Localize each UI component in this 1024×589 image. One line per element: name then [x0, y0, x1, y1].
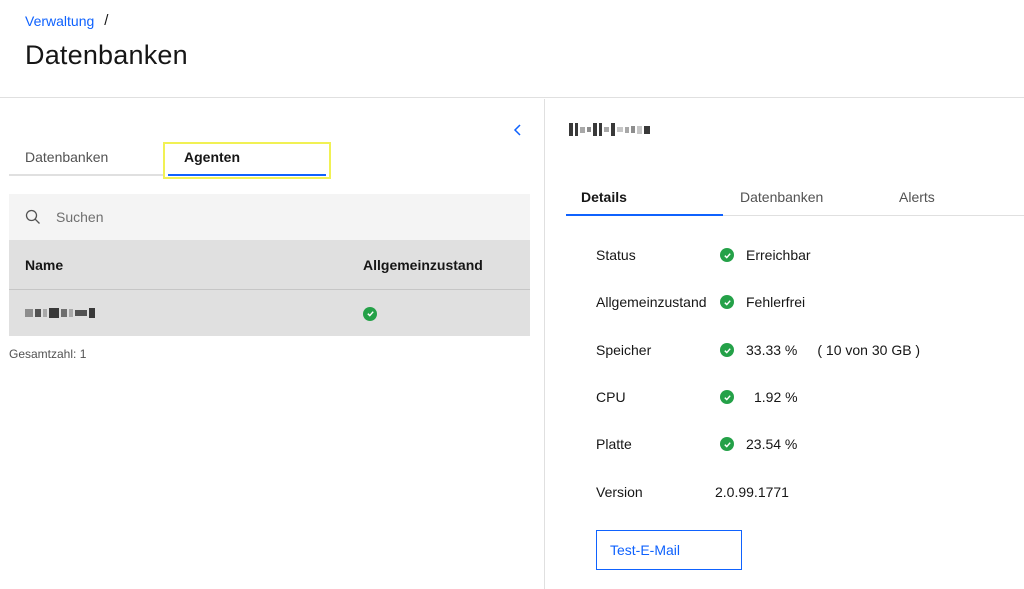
checkmark-icon — [720, 390, 734, 404]
column-header-name[interactable]: Name — [9, 257, 363, 273]
checkmark-icon — [720, 437, 734, 451]
redacted-name — [25, 308, 95, 318]
table-header: Name Allgemeinzustand — [9, 241, 530, 289]
search-bar — [9, 194, 530, 241]
detail-value: 2.0.99.1771 — [715, 484, 789, 500]
test-email-button[interactable]: Test-E-Mail — [596, 530, 742, 570]
detail-value: 1.92 % — [754, 389, 798, 405]
detail-value: 33.33 % — [746, 342, 798, 358]
tab-agenten[interactable]: Agenten — [168, 142, 326, 176]
detail-row-health: Allgemeinzustand Fehlerfrei — [596, 292, 1016, 312]
detail-label: CPU — [596, 389, 626, 405]
checkmark-icon — [363, 306, 377, 321]
tab-alerts[interactable]: Alerts — [884, 179, 1024, 216]
tab-details[interactable]: Details — [566, 179, 723, 216]
detail-row-status: Status Erreichbar — [596, 245, 1016, 265]
detail-label: Status — [596, 247, 636, 263]
tab-datenbanken-details[interactable]: Datenbanken — [725, 179, 882, 216]
memory-usage-detail: ( 10 von 30 GB ) — [817, 342, 921, 358]
detail-value: Erreichbar — [746, 247, 811, 263]
page-header: Verwaltung / Datenbanken — [0, 0, 1024, 98]
table-row[interactable] — [9, 289, 530, 336]
agents-table: Name Allgemeinzustand — [9, 241, 530, 336]
detail-value: Fehlerfrei — [746, 294, 806, 310]
detail-label: Platte — [596, 436, 632, 452]
total-count: Gesamtzahl: 1 — [9, 347, 87, 361]
detail-row-disk: Platte 23.54 % — [596, 434, 1016, 454]
detail-row-memory: Speicher 33.33 % ( 10 von 30 GB ) — [596, 340, 1016, 360]
collapse-panel-button[interactable] — [509, 121, 527, 139]
detail-label: Version — [596, 484, 643, 500]
details-tabs: Details Datenbanken Alerts — [566, 179, 1024, 216]
checkmark-icon — [720, 248, 734, 262]
detail-value: 23.54 % — [746, 436, 798, 452]
checkmark-icon — [720, 295, 734, 309]
chevron-left-icon — [513, 124, 521, 136]
checkmark-icon — [720, 343, 734, 357]
agent-health-cell — [363, 305, 377, 321]
agent-name-cell — [9, 308, 363, 318]
search-icon — [25, 209, 40, 224]
detail-row-version: Version 2.0.99.1771 — [596, 482, 1016, 502]
detail-label: Speicher — [596, 342, 652, 358]
detail-row-cpu: CPU 1.92 % — [596, 387, 1016, 407]
breadcrumb-separator: / — [104, 12, 109, 29]
agent-title-redacted — [569, 123, 650, 136]
list-tabs: Datenbanken Agenten — [9, 142, 331, 179]
tab-datenbanken[interactable]: Datenbanken — [9, 142, 164, 176]
detail-label: Allgemeinzustand — [596, 294, 707, 310]
column-header-health[interactable]: Allgemeinzustand — [363, 257, 483, 273]
agent-details-panel: Details Datenbanken Alerts Status Erreic… — [546, 99, 1024, 589]
breadcrumb: Verwaltung / — [25, 12, 108, 29]
page-title: Datenbanken — [25, 40, 188, 70]
search-input[interactable] — [56, 209, 456, 225]
agents-list-panel: Datenbanken Agenten Name Allgemeinzustan… — [0, 99, 545, 589]
breadcrumb-link-verwaltung[interactable]: Verwaltung — [25, 13, 94, 29]
